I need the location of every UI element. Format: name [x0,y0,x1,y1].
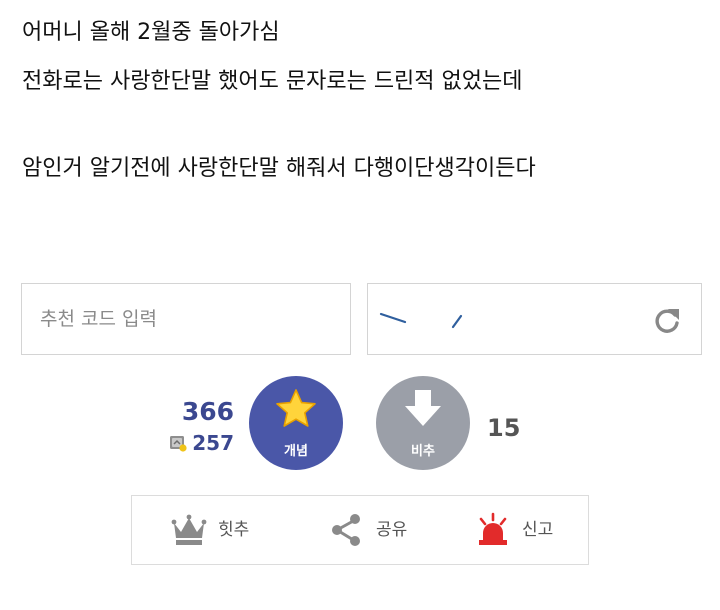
recommend-code-input[interactable] [21,283,351,355]
upvote-label: 개념 [284,444,308,459]
downvote-count: 15 [487,414,521,442]
refresh-icon[interactable] [653,306,681,334]
captcha-image [379,312,463,329]
captcha-box [367,283,702,355]
report-button[interactable]: 신고 [474,496,553,564]
post-text-line-1: 어머니 올해 2월중 돌아가심 [22,20,280,45]
hit-recommend-button[interactable]: 힛추 [170,496,249,564]
upvote-count: 366 [181,397,234,426]
share-button[interactable]: 공유 [328,496,407,564]
downvote-button[interactable]: 비추 [376,376,470,470]
vote-area: 366 257 개념 비추 15 [0,376,720,476]
report-label: 신고 [522,520,554,540]
hit-recommend-label: 힛추 [218,520,250,540]
fixed-upvote-count: 257 [192,431,234,455]
siren-icon [479,512,507,545]
upvote-button[interactable]: 개념 [249,376,343,470]
fixed-upvote-row: 257 [150,431,234,455]
post-view: 어머니 올해 2월중 돌아가심 전화로는 사랑한단말 했어도 문자로는 드린적 … [0,0,720,610]
star-icon [276,389,316,427]
share-label: 공유 [376,520,408,540]
share-icon [332,514,360,546]
crown-icon [171,514,207,545]
fixed-upvote-icon [170,436,187,452]
arrow-down-icon [405,390,441,426]
post-text-line-3: 암인거 알기전에 사랑한단말 해줘서 다행이단생각이든다 [22,156,536,181]
post-text-line-2: 전화로는 사랑한단말 했어도 문자로는 드린적 없었는데 [22,69,523,94]
downvote-label: 비추 [411,444,435,459]
post-action-bar: 힛추 공유 신고 [131,495,589,565]
